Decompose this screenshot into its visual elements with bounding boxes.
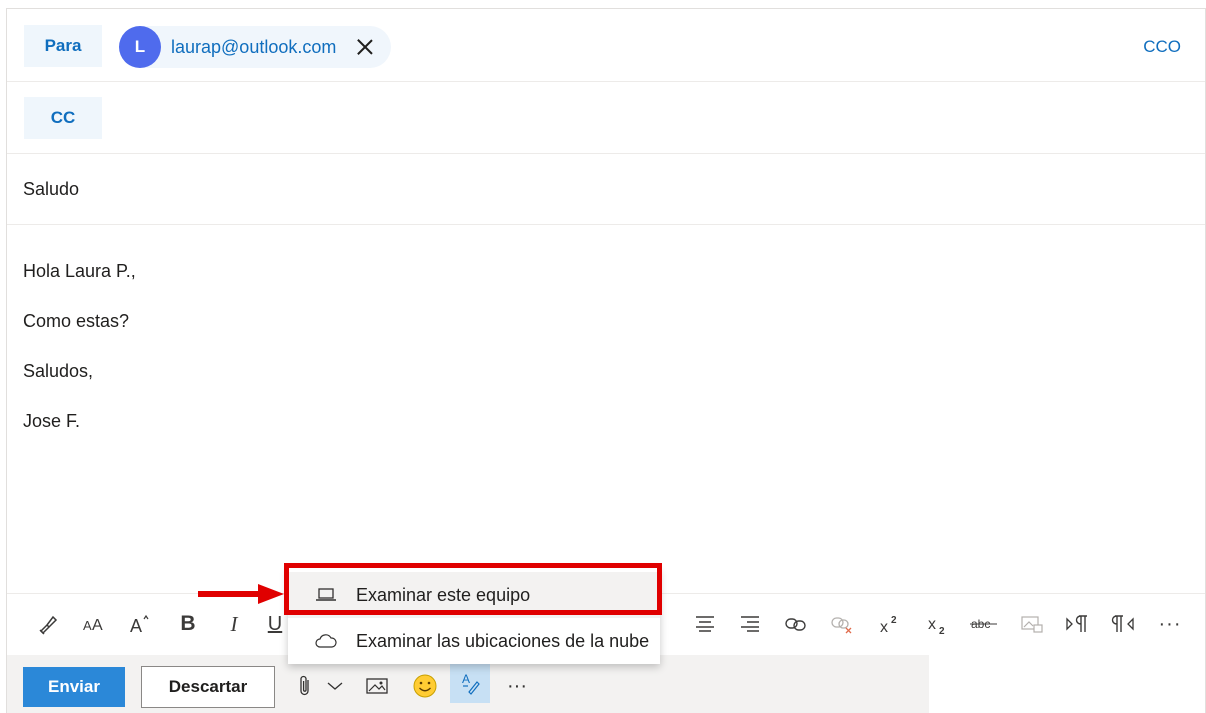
body-line: Hola Laura P., (23, 261, 136, 281)
to-row: Para L laurap@outlook.com CCO (7, 9, 1205, 82)
bcc-link[interactable]: CCO (1143, 37, 1181, 57)
grow-font-icon[interactable]: A (125, 609, 155, 639)
avatar: L (119, 26, 161, 68)
bold-button[interactable]: B (173, 609, 203, 639)
insert-picture-icon[interactable] (363, 669, 391, 703)
svg-text:A: A (83, 618, 92, 633)
cloud-icon (314, 633, 338, 649)
svg-text:A: A (462, 672, 470, 686)
body-line: Como estas? (23, 311, 130, 331)
svg-text:x: x (928, 616, 936, 633)
recipient-chip[interactable]: L laurap@outlook.com (119, 26, 391, 68)
chevron-down-icon[interactable] (325, 669, 345, 703)
svg-text:2: 2 (939, 626, 945, 635)
svg-text:A: A (92, 617, 103, 634)
font-size-icon[interactable]: AA (79, 609, 109, 639)
recipient-email: laurap@outlook.com (171, 36, 337, 57)
to-button[interactable]: Para (24, 25, 102, 67)
italic-button[interactable]: I (219, 609, 249, 639)
subject-row[interactable]: Saludo (7, 153, 1205, 225)
ltr-direction-icon[interactable] (1063, 609, 1093, 639)
emoji-icon[interactable] (411, 669, 439, 703)
discard-button[interactable]: Descartar (141, 666, 275, 708)
svg-text:A: A (130, 616, 142, 636)
cc-button[interactable]: CC (24, 97, 102, 139)
subscript-icon[interactable]: x2 (923, 609, 953, 639)
cc-row: CC (7, 81, 1205, 154)
menu-item-label: Examinar las ubicaciones de la nube (356, 630, 650, 651)
svg-text:x: x (880, 619, 888, 635)
svg-text:2: 2 (891, 615, 897, 626)
remove-recipient-icon[interactable] (356, 38, 374, 56)
browse-cloud-item[interactable]: Examinar las ubicaciones de la nube (288, 618, 660, 664)
underline-button[interactable]: U (265, 609, 285, 639)
more-actions-button[interactable]: ··· (503, 669, 531, 703)
rtl-direction-icon[interactable] (1109, 609, 1139, 639)
send-button[interactable]: Enviar (23, 667, 125, 707)
align-center-icon[interactable] (690, 609, 720, 639)
message-body[interactable]: Hola Laura P., Como estas? Saludos, Jose… (23, 246, 136, 446)
insert-link-icon[interactable] (781, 609, 811, 639)
strikethrough-icon[interactable]: abc (967, 609, 1001, 639)
superscript-icon[interactable]: x2 (875, 609, 905, 639)
format-painter-icon[interactable] (33, 609, 63, 639)
remove-link-icon[interactable] (827, 609, 857, 639)
highlight-box (284, 563, 662, 615)
body-line: Saludos, (23, 361, 94, 381)
editor-icon[interactable]: A (450, 663, 490, 703)
pointer-arrow-icon (198, 584, 284, 604)
insert-table-icon[interactable] (1017, 609, 1047, 639)
align-right-icon[interactable] (735, 609, 765, 639)
subject-field[interactable]: Saludo (23, 179, 79, 200)
more-formatting-button[interactable]: ··· (1155, 609, 1185, 639)
paperclip-icon[interactable] (295, 669, 315, 703)
body-line: Jose F. (23, 411, 81, 431)
